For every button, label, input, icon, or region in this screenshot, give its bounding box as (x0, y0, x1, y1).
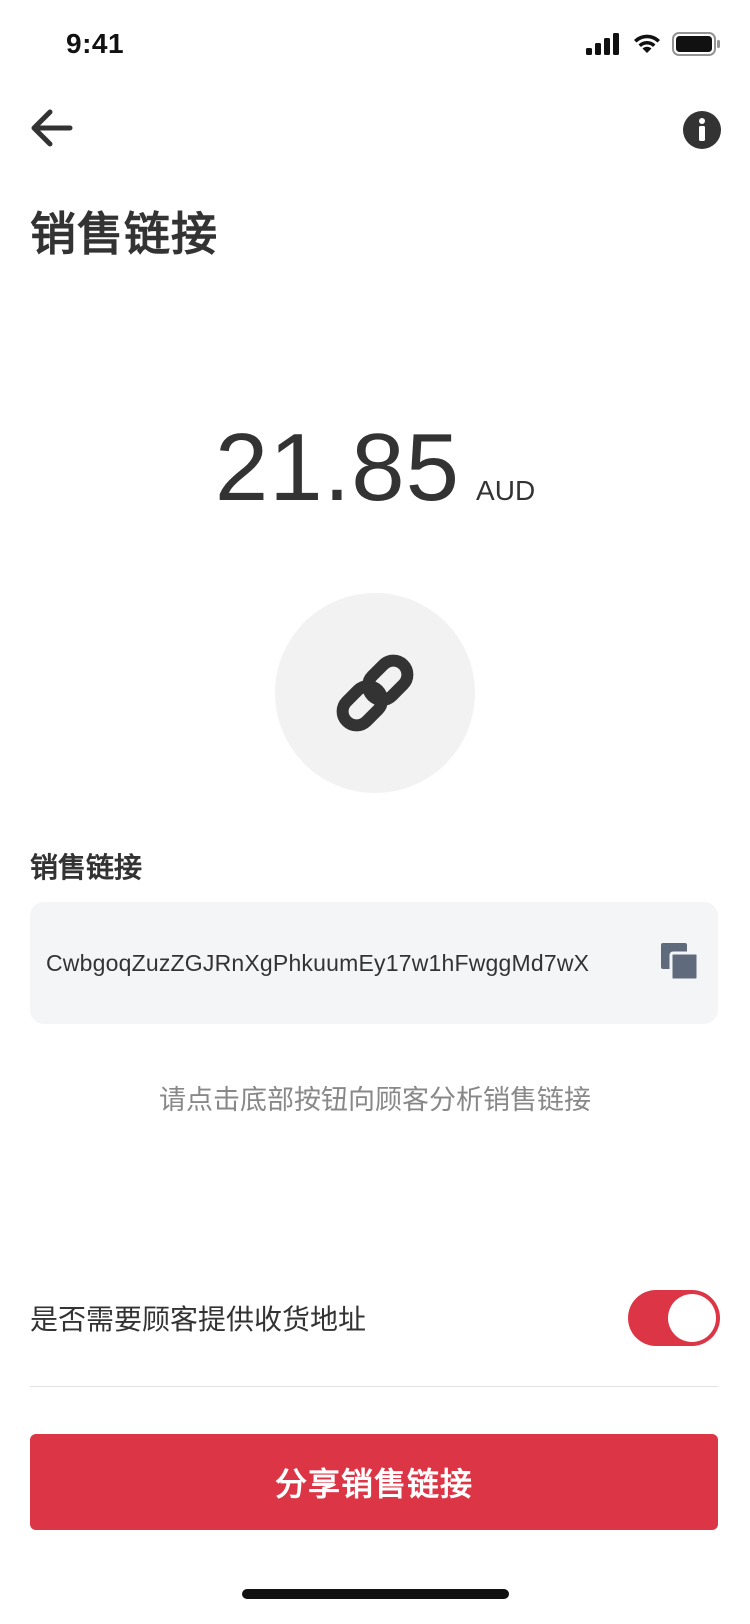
address-toggle-switch[interactable] (628, 1290, 720, 1346)
battery-icon (672, 32, 720, 56)
amount-currency: AUD (476, 475, 536, 506)
page-title: 销售链接 (30, 208, 218, 260)
info-icon (683, 111, 721, 149)
copy-button[interactable] (658, 941, 702, 985)
status-time: 9:41 (66, 28, 125, 59)
home-indicator (242, 1589, 509, 1599)
back-arrow-icon (31, 109, 73, 147)
signal-icon (586, 33, 619, 55)
address-toggle-row: 是否需要顾客提供收货地址 (30, 1290, 720, 1346)
back-button[interactable] (26, 106, 78, 150)
link-illustration (275, 593, 475, 793)
status-icons (586, 32, 720, 56)
info-button[interactable] (682, 110, 722, 150)
link-url-text[interactable]: CwbgoqZuzZGJRnXgPhkuumEy17w1hFwggMd7wX (46, 950, 646, 977)
copy-icon (661, 943, 700, 982)
hint-text: 请点击底部按钮向顾客分析销售链接 (159, 1085, 591, 1115)
link-icon (336, 654, 414, 732)
amount-value: 21.85 (214, 414, 461, 521)
address-toggle-label: 是否需要顾客提供收货地址 (30, 1304, 367, 1335)
sales-link-screen: 9:41 销售链接 21.85 AUD 销售链接 CwbgoqZuzZGJRnX… (0, 0, 750, 1624)
share-link-button[interactable]: 分享销售链接 (30, 1434, 718, 1530)
toggle-knob (668, 1294, 716, 1342)
wifi-icon (634, 34, 660, 53)
link-field[interactable]: CwbgoqZuzZGJRnXgPhkuumEy17w1hFwggMd7wX (30, 902, 718, 1024)
amount-display: 21.85 AUD (0, 420, 750, 516)
divider (30, 1386, 718, 1387)
link-section-label: 销售链接 (30, 852, 143, 883)
